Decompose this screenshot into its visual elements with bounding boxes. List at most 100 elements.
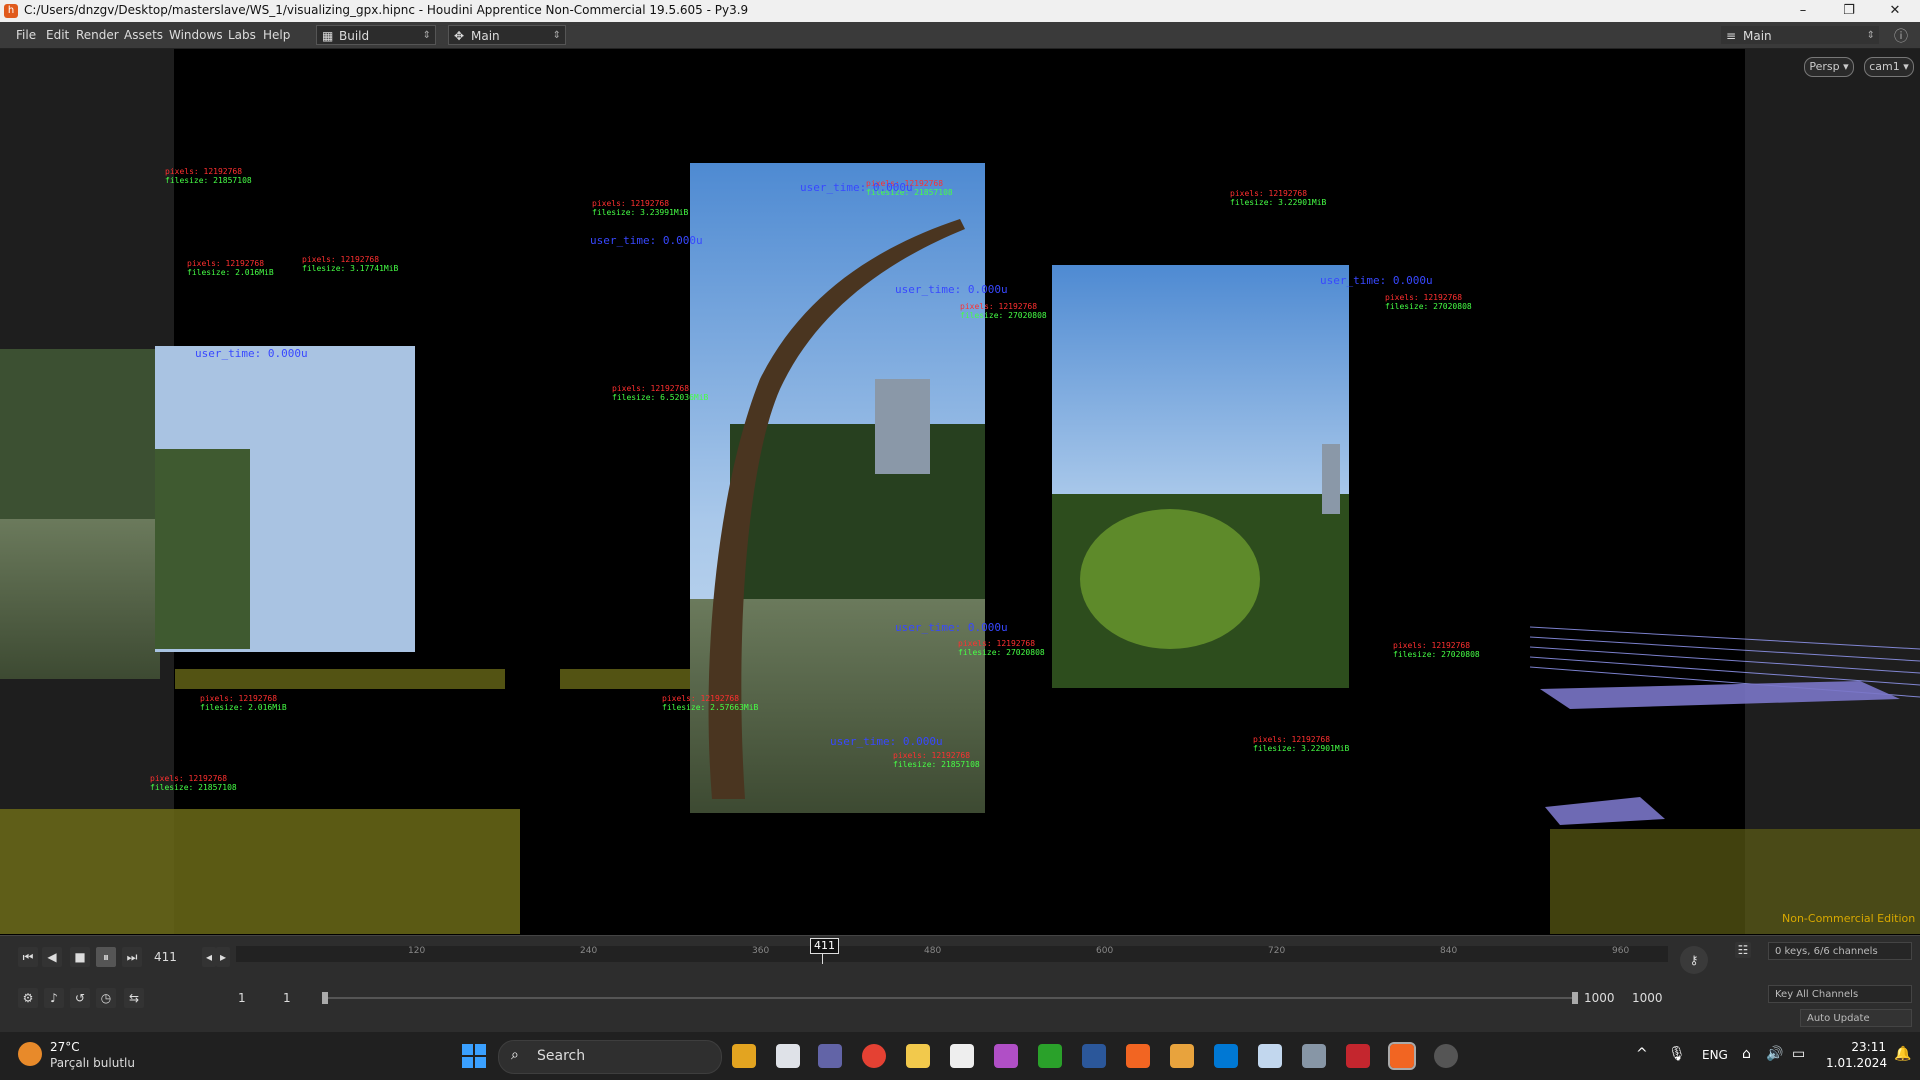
range-start-field[interactable]: 1 (238, 991, 246, 1005)
taskbar-search[interactable]: ⌕ Search (498, 1040, 722, 1074)
jump-start-button[interactable]: ⏮ (18, 947, 38, 967)
copilot-icon[interactable] (732, 1044, 756, 1068)
range-end-field-2[interactable]: 1000 (1632, 991, 1663, 1005)
notepad-icon[interactable] (1082, 1044, 1106, 1068)
key-all-channels-dropdown[interactable]: Key All Channels (1768, 985, 1912, 1003)
clock-time[interactable]: 23:11 (1826, 1040, 1886, 1054)
volume-icon[interactable]: 🔊 (1766, 1046, 1783, 1062)
desktop-right-label: Main (1743, 29, 1772, 43)
keys-channels-info[interactable]: 0 keys, 6/6 channels (1768, 942, 1912, 960)
menu-edit[interactable]: Edit (46, 28, 69, 42)
language-indicator[interactable]: ENG (1702, 1048, 1728, 1062)
non-commercial-watermark: Non-Commercial Edition (1782, 912, 1916, 925)
acrobat-icon[interactable] (1346, 1044, 1370, 1068)
weather-icon[interactable] (18, 1042, 42, 1066)
persp-view-button[interactable]: Persp ▾ (1804, 57, 1854, 77)
loop-icon[interactable]: ↺ (70, 988, 90, 1008)
epic-games-icon[interactable] (950, 1044, 974, 1068)
menu-render[interactable]: Render (76, 28, 119, 42)
prev-key-button[interactable]: ◂ (202, 947, 216, 967)
tick-label: 960 (1612, 946, 1630, 956)
file-explorer-icon[interactable] (906, 1044, 930, 1068)
chrome-icon[interactable] (862, 1044, 886, 1068)
settings-icon[interactable] (1302, 1044, 1326, 1068)
next-key-button[interactable]: ▸ (216, 947, 230, 967)
water-fragment-left (0, 519, 160, 679)
step-back-button[interactable]: ◀ (42, 947, 62, 967)
menu-assets[interactable]: Assets (124, 28, 163, 42)
microphone-icon[interactable]: 🎙 (1668, 1046, 1686, 1062)
battery-icon[interactable]: ▭ (1792, 1046, 1805, 1062)
auto-update-dropdown[interactable]: Auto Update (1800, 1009, 1912, 1027)
playbar: ⏮ ◀ ■ ⏸ ⏭ 411 ◂ ▸ 120 240 360 480 600 72… (0, 935, 1920, 986)
range-slider-handle-start[interactable] (322, 992, 328, 1004)
weather-temp: 27°C (50, 1040, 80, 1054)
frame-marker[interactable]: 411 (810, 938, 839, 954)
task-view-icon[interactable] (776, 1044, 800, 1068)
sourcetree-icon[interactable] (1170, 1044, 1194, 1068)
obs-icon[interactable] (994, 1044, 1018, 1068)
restore-button[interactable]: ❐ (1826, 0, 1872, 22)
chevron-up-icon[interactable]: ^ (1636, 1046, 1648, 1062)
menu-help[interactable]: Help (263, 28, 290, 42)
desktop-main-dropdown[interactable]: ✥ Main ⇕ (448, 25, 566, 45)
attr-label: pixels: 12192768 filesize: 21857108 (893, 751, 980, 769)
menu-bar: File Edit Render Assets Windows Labs Hel… (0, 22, 1920, 49)
houdini-icon[interactable] (1388, 1042, 1416, 1070)
range-icon[interactable]: ⇆ (124, 988, 144, 1008)
tick-label: 720 (1268, 946, 1286, 956)
range-slider-handle-end[interactable] (1572, 992, 1578, 1004)
clock-icon[interactable]: ◷ (96, 988, 116, 1008)
window-app-icon[interactable] (1258, 1044, 1282, 1068)
tick-label: 480 (924, 946, 942, 956)
range-end-field[interactable]: 1000 (1584, 991, 1615, 1005)
clock-date[interactable]: 1.01.2024 (1826, 1056, 1887, 1070)
tick-label: 600 (1096, 946, 1114, 956)
attr-label: pixels: 12192768 filesize: 2.57663MiB (662, 694, 759, 712)
search-placeholder: Search (537, 1048, 586, 1064)
realtime-toggle-icon[interactable]: ⚙ (18, 988, 38, 1008)
jump-end-button[interactable]: ⏭ (122, 947, 142, 967)
notification-bell-icon[interactable]: 🔔 (1894, 1046, 1911, 1062)
menu-windows[interactable]: Windows (169, 28, 223, 42)
viewport-scene (0, 163, 1920, 934)
key-icon[interactable]: ⚷ (1680, 946, 1708, 974)
window-titlebar: h C:/Users/dnzgv/Desktop/masterslave/WS_… (0, 0, 1920, 22)
minimize-button[interactable]: – (1780, 0, 1826, 22)
network-icon[interactable]: ⌂ (1742, 1046, 1751, 1062)
current-frame-field[interactable]: 411 (154, 950, 177, 964)
move-icon: ✥ (454, 29, 465, 43)
attr-label: pixels: 12192768 filesize: 21857108 (150, 774, 237, 792)
help-circle-icon[interactable]: ⓘ (1894, 26, 1908, 46)
blue-attr-label: user_time: 0.000u (195, 347, 308, 360)
vscode-icon[interactable] (1214, 1044, 1238, 1068)
range-slider-track[interactable] (326, 997, 1576, 999)
chevron-updown-icon: ⇕ (422, 30, 431, 41)
menu-file[interactable]: File (16, 28, 36, 42)
xbox-icon[interactable] (1038, 1044, 1062, 1068)
desktop-build-dropdown[interactable]: ▦ Build ⇕ (316, 25, 436, 45)
close-button[interactable]: ✕ (1872, 0, 1918, 22)
audio-icon[interactable]: ♪ (44, 988, 64, 1008)
attr-label: pixels: 12192768 filesize: 3.22901MiB (1230, 189, 1327, 207)
menu-labs[interactable]: Labs (228, 28, 256, 42)
houdini-launcher-icon[interactable] (1126, 1044, 1150, 1068)
range-start-field-2[interactable]: 1 (283, 991, 291, 1005)
line-band-left (175, 669, 505, 689)
play-pause-button[interactable]: ⏸ (96, 947, 116, 967)
attr-label: pixels: 12192768 filesize: 3.23991MiB (592, 199, 689, 217)
desktop-build-label: Build (339, 29, 370, 43)
camera-menu-button[interactable]: cam1 ▾ (1864, 57, 1914, 77)
stop-button[interactable]: ■ (70, 947, 90, 967)
frame-marker-line (822, 954, 823, 964)
app-icon[interactable] (1434, 1044, 1458, 1068)
line-field-bottom-left (0, 809, 520, 934)
teams-icon[interactable] (818, 1044, 842, 1068)
attr-label: pixels: 12192768 filesize: 2.016MiB (187, 259, 274, 277)
channel-list-icon[interactable]: ☷ (1735, 942, 1751, 958)
scene-viewport[interactable]: pixels: 12192768 filesize: 21857108 pixel… (0, 49, 1920, 934)
timeline-ruler[interactable]: 120 240 360 480 600 720 840 960 (236, 946, 1668, 962)
window-title: C:/Users/dnzgv/Desktop/masterslave/WS_1/… (24, 3, 749, 17)
desktop-right-dropdown[interactable]: ≡ Main ⇕ (1720, 25, 1880, 45)
windows-start-icon[interactable] (462, 1044, 486, 1068)
